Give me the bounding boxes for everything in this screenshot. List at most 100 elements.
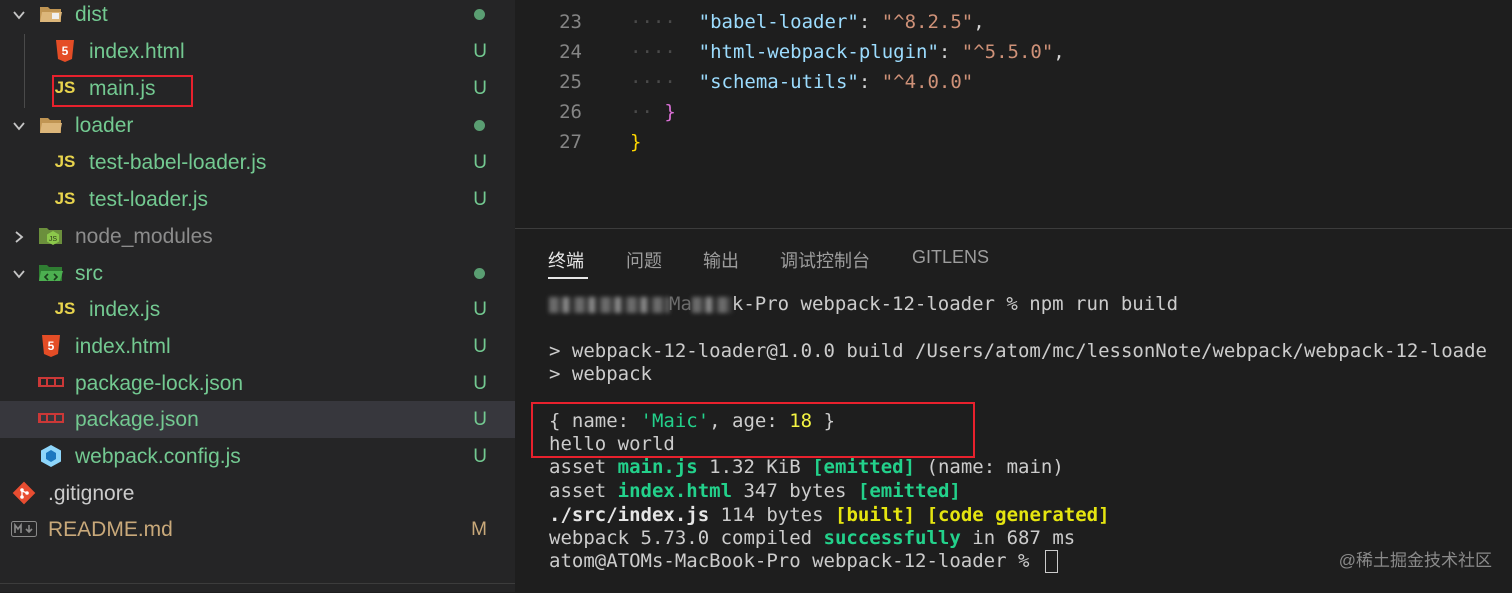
closing-brace: } [630, 131, 642, 153]
tree-item-dist-folder[interactable]: dist [0, 0, 515, 33]
tree-item-package-json[interactable]: package.json U [0, 401, 515, 438]
highlight-box [52, 75, 193, 107]
markdown-icon [11, 516, 37, 542]
active-tab-indicator [548, 277, 588, 279]
tree-item-label: test-babel-loader.js [89, 150, 267, 174]
line-number: 26 [559, 101, 582, 123]
line-number: 25 [559, 71, 582, 93]
svg-text:5: 5 [48, 339, 55, 353]
tree-item-package-lock-json[interactable]: package-lock.json U [0, 365, 515, 402]
tree-item-gitignore[interactable]: .gitignore [0, 475, 515, 512]
code-line-clipped: ·· ·· [515, 0, 1512, 11]
closing-brace: } [664, 101, 676, 123]
html5-icon: 5 [52, 38, 78, 64]
tree-item-label: package.json [75, 407, 199, 431]
git-status-badge: U [473, 372, 487, 394]
tab-gitlens[interactable]: GITLENS [912, 247, 989, 268]
tree-item-label: README.md [48, 517, 173, 541]
terminal-line: ./src/index.js 114 bytes [built] [code g… [549, 504, 1110, 526]
tree-item-label: dist [75, 2, 108, 26]
tab-problems[interactable]: 问题 [626, 247, 662, 273]
tree-item-test-loader[interactable]: JS test-loader.js U [0, 181, 515, 218]
tree-item-label: loader [75, 113, 134, 137]
line-number: 23 [559, 11, 582, 33]
node-folder-icon: JS [38, 223, 64, 249]
git-status-badge: U [473, 40, 487, 62]
tab-terminal[interactable]: 终端 [548, 247, 584, 273]
tree-item-label: webpack.config.js [75, 444, 241, 468]
bottom-panel: 终端 问题 输出 调试控制台 GITLENS Ma k-Pro webpack-1… [515, 228, 1512, 593]
redacted-text [691, 296, 732, 313]
tree-item-label: node_modules [75, 224, 213, 248]
html5-icon: 5 [38, 333, 64, 359]
npm-icon [38, 370, 64, 396]
chevron-down-icon[interactable] [12, 119, 26, 133]
tree-item-webpack-config[interactable]: webpack.config.js U [0, 438, 515, 475]
line-number: 27 [559, 131, 582, 153]
git-status-badge: U [473, 445, 487, 467]
json-key: "html-webpack-plugin" [698, 41, 939, 63]
tree-item-label: index.js [89, 297, 161, 321]
chevron-down-icon[interactable] [12, 8, 26, 22]
highlight-box [531, 402, 975, 458]
terminal-prompt-line: Ma k-Pro webpack-12-loader % npm run buil… [549, 293, 1178, 315]
tree-item-src-folder[interactable]: src [0, 255, 515, 292]
git-status-badge: U [473, 77, 487, 99]
line-number: 24 [559, 41, 582, 63]
tab-output[interactable]: 输出 [703, 247, 739, 273]
npm-icon [38, 406, 64, 432]
src-folder-icon [38, 260, 64, 286]
git-status-badge: U [473, 188, 487, 210]
tree-item-loader-folder[interactable]: loader [0, 107, 515, 144]
terminal-line: asset index.html 347 bytes [emitted] [549, 480, 961, 502]
svg-text:5: 5 [62, 44, 69, 58]
json-value: "^4.0.0" [881, 71, 974, 93]
code-line: 26 ·· } [515, 101, 1512, 131]
tree-item-readme[interactable]: README.md M [0, 511, 515, 548]
code-line: 27 } [515, 131, 1512, 161]
divider [0, 583, 515, 584]
tree-item-dist-index-html[interactable]: 5 index.html U [0, 33, 515, 70]
git-status-badge: U [473, 151, 487, 173]
json-key: "babel-loader" [698, 11, 859, 33]
json-key: "schema-utils" [698, 71, 859, 93]
code-line: 23 ···· "babel-loader": "^8.2.5", [515, 11, 1512, 41]
tree-item-label: package-lock.json [75, 371, 244, 395]
tree-item-node-modules-folder[interactable]: JS node_modules [0, 218, 515, 255]
chevron-down-icon[interactable] [12, 267, 26, 281]
terminal-cursor [1044, 550, 1058, 573]
git-status-badge: M [471, 518, 487, 540]
tab-debug-console[interactable]: 调试控制台 [780, 247, 870, 273]
tree-item-index-html[interactable]: 5 index.html U [0, 328, 515, 365]
terminal-line: webpack 5.73.0 compiled successfully in … [549, 527, 1076, 549]
untracked-dot [474, 268, 485, 279]
untracked-dot [474, 9, 485, 20]
webpack-icon [38, 443, 64, 469]
git-status-badge: U [473, 298, 487, 320]
git-icon [11, 480, 37, 506]
untracked-dot [474, 120, 485, 131]
tree-item-label: test-loader.js [89, 187, 209, 211]
terminal-prompt: atom@ATOMs-MacBook-Pro webpack-12-loader… [549, 550, 1058, 573]
terminal-line: asset main.js 1.32 KiB [emitted] (name: … [549, 456, 1064, 478]
git-status-badge: U [473, 335, 487, 357]
tree-item-label: src [75, 261, 103, 285]
terminal-line: > webpack-12-loader@1.0.0 build /Users/a… [549, 340, 1487, 362]
terminal-line: > webpack [549, 363, 652, 385]
javascript-icon: JS [54, 189, 76, 208]
watermark: @稀土掘金技术社区 [1338, 551, 1492, 570]
tree-item-test-babel-loader[interactable]: JS test-babel-loader.js U [0, 144, 515, 181]
tree-item-label: index.html [75, 334, 171, 358]
json-value: "^5.5.0" [961, 41, 1054, 63]
explorer-panel: dist 5 index.html U JS main.js U loader … [0, 0, 515, 592]
code-line: 25 ···· "schema-utils": "^4.0.0" [515, 71, 1512, 101]
javascript-icon: JS [54, 152, 76, 171]
chevron-right-icon[interactable] [12, 230, 26, 244]
code-line: 24 ···· "html-webpack-plugin": "^5.5.0", [515, 41, 1512, 71]
folder-open-icon [38, 112, 64, 138]
tree-item-src-index-js[interactable]: JS index.js U [0, 291, 515, 328]
code-editor[interactable]: ·· ·· 23 ···· "babel-loader": "^8.2.5", … [515, 0, 1512, 228]
json-value: "^8.2.5" [881, 11, 974, 33]
folder-open-icon [38, 1, 64, 27]
redacted-text [549, 296, 669, 313]
